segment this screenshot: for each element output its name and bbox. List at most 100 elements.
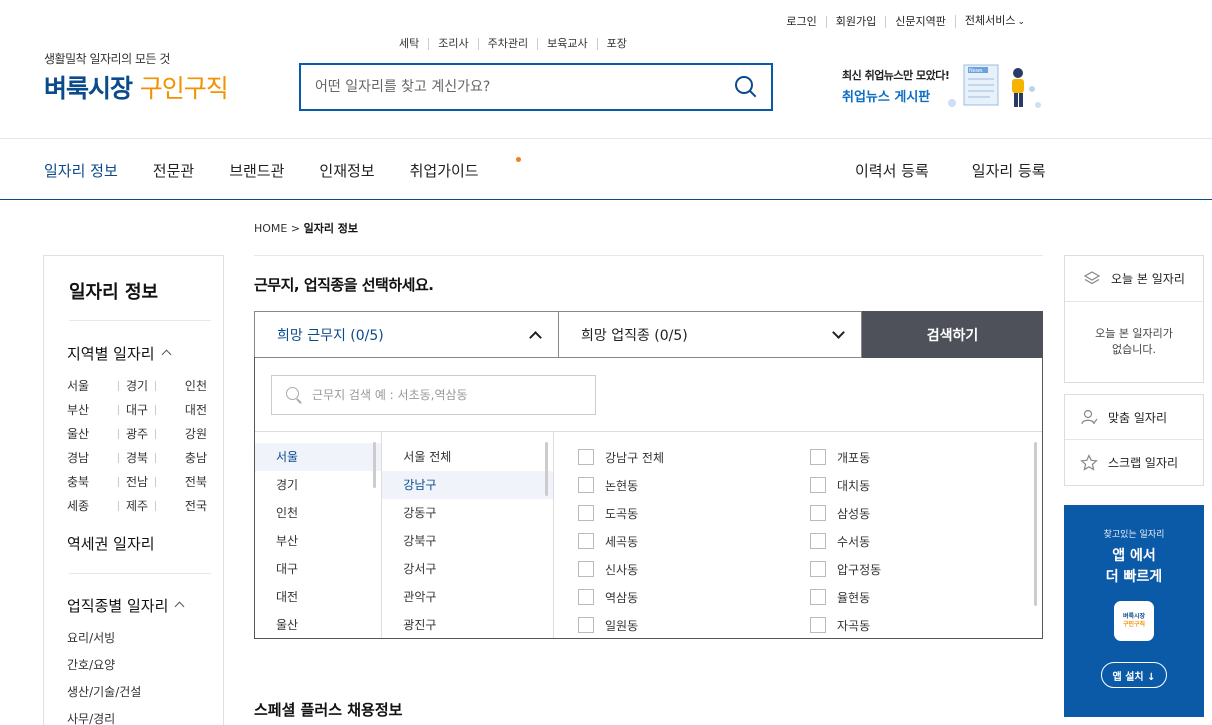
recent-jobs-header[interactable]: 오늘 본 일자리 bbox=[1065, 256, 1203, 302]
nav-brand[interactable]: 브랜드관 bbox=[229, 160, 284, 181]
search-icon[interactable] bbox=[735, 76, 757, 98]
app-download-banner[interactable]: 찾고있는 일자리 앱 에서 더 빠르게 벼룩시장 구인구직 앱 설치 ↓ bbox=[1064, 505, 1204, 717]
dong-option[interactable]: 수서동 bbox=[810, 527, 1042, 555]
region-link[interactable]: 강원 bbox=[160, 425, 207, 442]
station-jobs-link[interactable]: 역세권 일자리 bbox=[67, 533, 155, 554]
checkbox[interactable] bbox=[578, 617, 594, 633]
job-category-toggle[interactable]: 업직종별 일자리 bbox=[67, 595, 185, 616]
breadcrumb-home[interactable]: HOME bbox=[254, 222, 287, 235]
keyword-link[interactable]: 조리사 bbox=[428, 38, 477, 50]
main-search-input[interactable] bbox=[315, 79, 735, 95]
region-link[interactable]: 울산 bbox=[67, 425, 114, 442]
district-item[interactable]: 강북구 bbox=[382, 527, 553, 555]
district-item[interactable]: 광진구 bbox=[382, 611, 553, 639]
register-resume-link[interactable]: 이력서 등록 bbox=[855, 160, 929, 181]
checkbox[interactable] bbox=[810, 617, 826, 633]
keyword-link[interactable]: 보육교사 bbox=[537, 38, 596, 50]
region-link[interactable]: 세종 bbox=[67, 497, 114, 514]
city-item[interactable]: 인천 bbox=[255, 499, 381, 527]
dong-option[interactable]: 자곡동 bbox=[810, 611, 1042, 639]
checkbox[interactable] bbox=[578, 449, 594, 465]
job-category-link[interactable]: 생산/기술/건설 bbox=[67, 682, 141, 709]
search-button[interactable]: 검색하기 bbox=[862, 311, 1043, 358]
district-scrollbar[interactable] bbox=[545, 442, 548, 496]
register-job-link[interactable]: 일자리 등록 bbox=[972, 160, 1046, 181]
dong-option[interactable]: 세곡동 bbox=[578, 527, 810, 555]
dong-option[interactable]: 역삼동 bbox=[578, 583, 810, 611]
tab-job-category[interactable]: 희망 업직종 (0/5) bbox=[558, 311, 862, 358]
city-item[interactable]: 대전 bbox=[255, 583, 381, 611]
checkbox[interactable] bbox=[810, 477, 826, 493]
nav-talent[interactable]: 인재정보 bbox=[319, 160, 374, 181]
region-link[interactable]: 전북 bbox=[160, 473, 207, 490]
dong-option[interactable]: 신사동 bbox=[578, 555, 810, 583]
city-item[interactable]: 울산 bbox=[255, 611, 381, 639]
logo[interactable]: 생활밀착 일자리의 모든 것 벼룩시장 구인구직 bbox=[44, 50, 229, 105]
region-link[interactable]: 경북 bbox=[114, 449, 161, 466]
region-link[interactable]: 광주 bbox=[114, 425, 161, 442]
checkbox[interactable] bbox=[810, 589, 826, 605]
signup-link[interactable]: 회원가입 bbox=[825, 15, 885, 28]
checkbox[interactable] bbox=[578, 561, 594, 577]
checkbox[interactable] bbox=[810, 505, 826, 521]
job-category-link[interactable]: 요리/서빙 bbox=[67, 628, 141, 655]
region-link[interactable]: 전국 bbox=[160, 497, 207, 514]
nav-job-info[interactable]: 일자리 정보 bbox=[44, 160, 118, 181]
dong-option[interactable]: 대치동 bbox=[810, 471, 1042, 499]
checkbox[interactable] bbox=[578, 477, 594, 493]
dong-option[interactable]: 논현동 bbox=[578, 471, 810, 499]
dong-option[interactable]: 개포동 bbox=[810, 443, 1042, 471]
district-item[interactable]: 강동구 bbox=[382, 499, 553, 527]
dong-option[interactable]: 도곡동 bbox=[578, 499, 810, 527]
checkbox[interactable] bbox=[810, 561, 826, 577]
region-link[interactable]: 대전 bbox=[160, 401, 207, 418]
city-scrollbar[interactable] bbox=[373, 442, 377, 488]
keyword-link[interactable]: 세탁 bbox=[390, 38, 428, 50]
region-link[interactable]: 인천 bbox=[160, 377, 207, 394]
dong-option[interactable]: 삼성동 bbox=[810, 499, 1042, 527]
city-item[interactable]: 서울 bbox=[255, 443, 382, 471]
region-link[interactable]: 경남 bbox=[67, 449, 114, 466]
dong-option[interactable]: 압구정동 bbox=[810, 555, 1042, 583]
district-item[interactable]: 강서구 bbox=[382, 555, 553, 583]
region-link[interactable]: 제주 bbox=[114, 497, 161, 514]
job-category-link[interactable]: 간호/요양 bbox=[67, 655, 141, 682]
keyword-link[interactable]: 포장 bbox=[596, 38, 636, 50]
login-link[interactable]: 로그인 bbox=[777, 15, 825, 28]
region-link[interactable]: 경기 bbox=[114, 377, 161, 394]
district-item[interactable]: 서울 전체 bbox=[382, 443, 553, 471]
region-link[interactable]: 서울 bbox=[67, 377, 114, 394]
city-item[interactable]: 대구 bbox=[255, 555, 381, 583]
checkbox[interactable] bbox=[810, 449, 826, 465]
dong-option[interactable]: 일원동 bbox=[578, 611, 810, 639]
nav-career-guide[interactable]: 취업가이드 bbox=[410, 157, 521, 181]
dong-option[interactable]: 율현동 bbox=[810, 583, 1042, 611]
scrap-jobs-link[interactable]: 스크랩 일자리 bbox=[1065, 440, 1203, 485]
district-item[interactable]: 관악구 bbox=[382, 583, 553, 611]
tab-location[interactable]: 희망 근무지 (0/5) bbox=[254, 311, 558, 358]
region-link[interactable]: 전남 bbox=[114, 473, 161, 490]
custom-jobs-link[interactable]: 맞춤 일자리 bbox=[1065, 395, 1203, 440]
checkbox[interactable] bbox=[578, 533, 594, 549]
nav-specialty[interactable]: 전문관 bbox=[153, 160, 194, 181]
checkbox[interactable] bbox=[578, 505, 594, 521]
job-category-link[interactable]: 사무/경리 bbox=[67, 709, 141, 725]
region-link[interactable]: 대구 bbox=[114, 401, 161, 418]
city-item[interactable]: 경기 bbox=[255, 471, 381, 499]
region-link[interactable]: 충남 bbox=[160, 449, 207, 466]
keyword-link[interactable]: 주차관리 bbox=[477, 38, 537, 50]
checkbox[interactable] bbox=[810, 533, 826, 549]
dong-option[interactable]: 강남구 전체 bbox=[578, 443, 810, 471]
region-jobs-toggle[interactable]: 지역별 일자리 bbox=[67, 343, 172, 364]
newspaper-area-link[interactable]: 신문지역판 bbox=[885, 15, 955, 28]
job-news-banner[interactable]: 최신 취업뉴스만 모았다! 취업뉴스 게시판 News bbox=[842, 64, 1041, 108]
checkbox[interactable] bbox=[578, 589, 594, 605]
district-item[interactable]: 강남구 bbox=[382, 471, 553, 499]
region-link[interactable]: 부산 bbox=[67, 401, 114, 418]
region-link[interactable]: 충북 bbox=[67, 473, 114, 490]
location-search-input[interactable] bbox=[312, 388, 581, 402]
all-services-menu[interactable]: 전체서비스 ⌄ bbox=[954, 15, 1034, 28]
city-item[interactable]: 부산 bbox=[255, 527, 381, 555]
dong-scrollbar[interactable] bbox=[1034, 442, 1037, 606]
app-install-button[interactable]: 앱 설치 ↓ bbox=[1101, 662, 1167, 688]
